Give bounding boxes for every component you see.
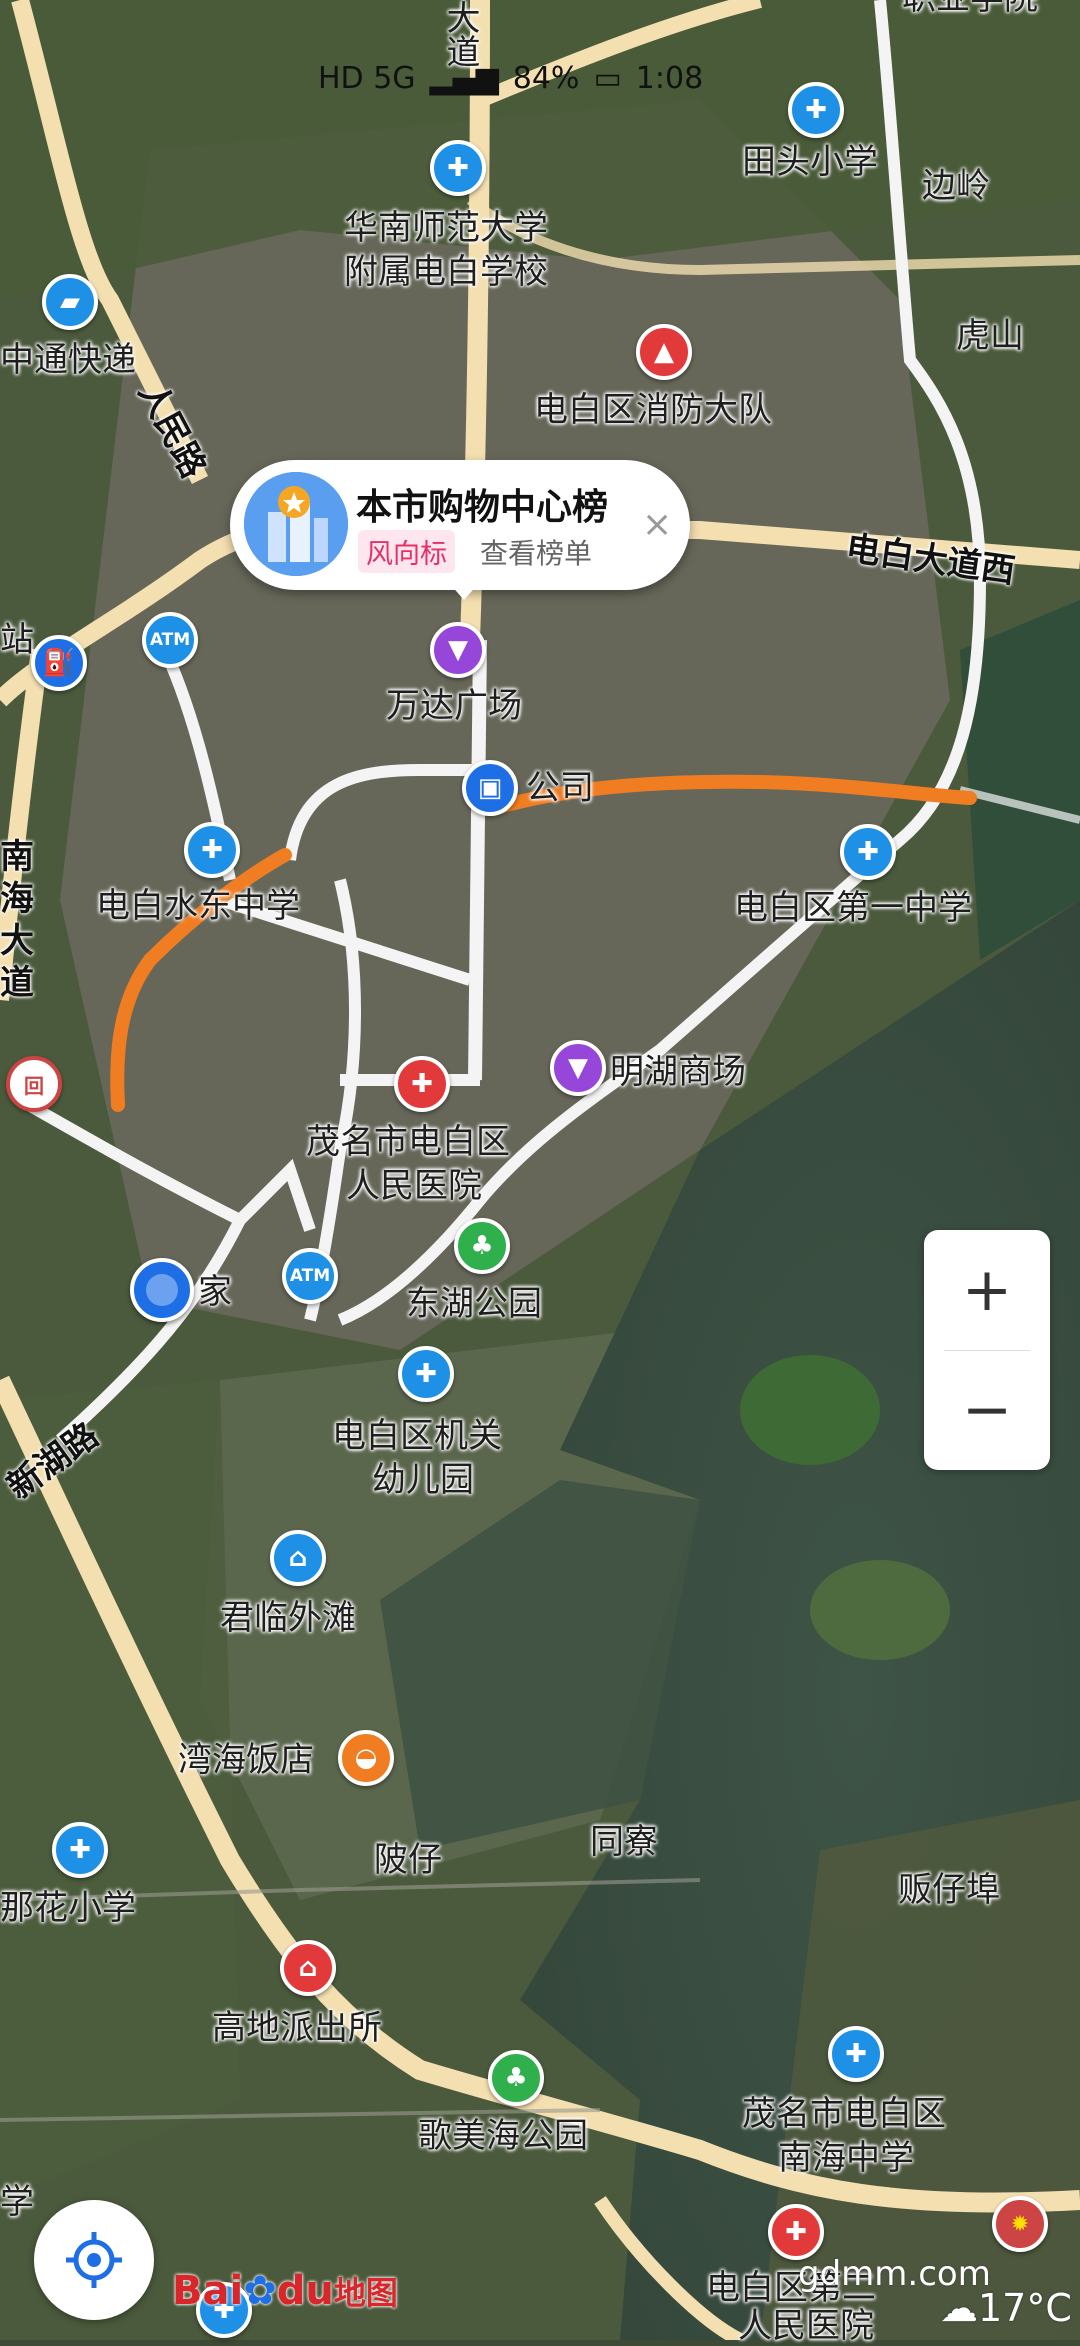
fire-station-icon[interactable]: ▲ — [636, 324, 692, 380]
poi-label: 万达广场 — [386, 686, 522, 726]
network-indicator: HD 5G — [318, 60, 416, 96]
poi-label: 南海中学 — [778, 2138, 914, 2178]
road-label: 大道 — [440, 0, 480, 68]
school-icon[interactable]: ✚ — [52, 1822, 108, 1878]
locate-icon — [66, 2232, 122, 2288]
school-icon[interactable]: ✚ — [840, 824, 896, 880]
residence-icon[interactable]: ⌂ — [270, 1530, 326, 1586]
delivery-icon[interactable]: ▰ — [42, 274, 98, 330]
view-ranking-link[interactable]: 查看榜单 — [480, 532, 592, 572]
poi-label: 电白区消防大队 — [534, 390, 772, 430]
paw-icon: ✿ — [243, 2268, 277, 2314]
place-label: 边岭 — [922, 166, 990, 206]
place-label: 站 — [0, 620, 34, 660]
gas-station-icon[interactable]: ⛽ — [31, 635, 87, 691]
park-icon[interactable]: ♣ — [488, 2050, 544, 2106]
baidu-map-logo: Bai✿du地图 — [172, 2268, 398, 2314]
battery-percent: 84% — [512, 60, 580, 96]
poi-label: 附属电白学校 — [344, 252, 548, 292]
poi-label: 人民医院 — [738, 2306, 874, 2346]
battery-icon: ▭ — [593, 60, 622, 96]
bus-icon[interactable]: ▣ — [462, 760, 518, 816]
poi-label: 公司 — [526, 768, 594, 808]
poi-label: 职业学院 — [902, 0, 1038, 18]
card-title: 本市购物中心榜 — [356, 487, 609, 528]
hospital-icon[interactable]: ✚ — [394, 1056, 450, 1112]
weather-temperature: ☁17°C — [940, 2286, 1072, 2330]
ranking-building-icon — [244, 472, 348, 576]
poi-label: 人民医院 — [346, 1166, 482, 1206]
cloud-icon: ☁ — [940, 2286, 978, 2330]
poi-label: 歌美海公园 — [418, 2116, 588, 2156]
zoom-in-button[interactable]: + — [924, 1230, 1050, 1350]
poi-label: 华南师范大学 — [344, 208, 548, 248]
park-icon[interactable]: ♣ — [454, 1218, 510, 1274]
place-label: 同寮 — [590, 1822, 658, 1862]
poi-label: 茂名市电白区 — [306, 1122, 510, 1162]
poi-label: 电白区机关 — [332, 1416, 502, 1456]
place-label: 学 — [0, 2182, 34, 2222]
poi-label: 东湖公园 — [406, 1284, 542, 1324]
poi-label: 中通快递 — [0, 340, 136, 380]
bank-icon[interactable]: 回 — [6, 1056, 62, 1112]
poi-label: 那花小学 — [0, 1888, 136, 1928]
poi-label: 茂名市电白区 — [742, 2094, 946, 2134]
school-icon[interactable]: ✚ — [398, 1346, 454, 1402]
road-label: 南海大道 — [0, 837, 34, 1003]
locate-button[interactable] — [34, 2200, 154, 2320]
poi-label: 电白区第一中学 — [734, 888, 972, 928]
poi-label: 君临外滩 — [220, 1598, 356, 1638]
poi-label: 湾海饭店 — [178, 1740, 314, 1780]
shopping-icon[interactable]: ▼ — [550, 1040, 606, 1096]
zoom-out-button[interactable]: − — [924, 1350, 1050, 1470]
clock-time: 1:08 — [635, 60, 704, 96]
atm-icon[interactable]: ATM — [282, 1248, 338, 1304]
atm-icon[interactable]: ATM — [142, 612, 198, 668]
poi-label: 田头小学 — [742, 142, 878, 182]
poi-label: 高地派出所 — [212, 2008, 382, 2048]
card-pointer — [450, 584, 478, 600]
home-marker-icon[interactable] — [130, 1258, 194, 1322]
shopping-ranking-card[interactable]: 本市购物中心榜 风向标 查看榜单 × — [230, 460, 690, 600]
hospital-icon[interactable]: ✚ — [768, 2204, 824, 2260]
government-icon[interactable]: ✹ — [992, 2196, 1048, 2252]
home-label: 家 — [198, 1272, 232, 1312]
card-tag: 风向标 — [358, 530, 455, 573]
school-icon[interactable]: ✚ — [828, 2026, 884, 2082]
shopping-icon[interactable]: ▼ — [430, 622, 486, 678]
zoom-controls: + − — [924, 1230, 1050, 1470]
restaurant-icon[interactable]: ◒ — [338, 1730, 394, 1786]
police-icon[interactable]: ⌂ — [280, 1940, 336, 1996]
satellite-map[interactable] — [0, 0, 1080, 2340]
place-label: 贩仔埠 — [898, 1870, 1000, 1910]
school-icon[interactable]: ✚ — [430, 140, 486, 196]
place-label: 陂仔 — [374, 1840, 442, 1880]
poi-label: 明湖商场 — [610, 1052, 746, 1092]
close-icon[interactable]: × — [642, 504, 672, 545]
school-icon[interactable]: ✚ — [184, 822, 240, 878]
poi-label: 幼儿园 — [372, 1460, 474, 1500]
place-label: 虎山 — [956, 316, 1024, 356]
school-icon[interactable]: ✚ — [788, 82, 844, 138]
status-bar: HD 5G ▂▄▆ 84% ▭ 1:08 — [318, 58, 703, 98]
poi-label: 电白水东中学 — [96, 886, 300, 926]
